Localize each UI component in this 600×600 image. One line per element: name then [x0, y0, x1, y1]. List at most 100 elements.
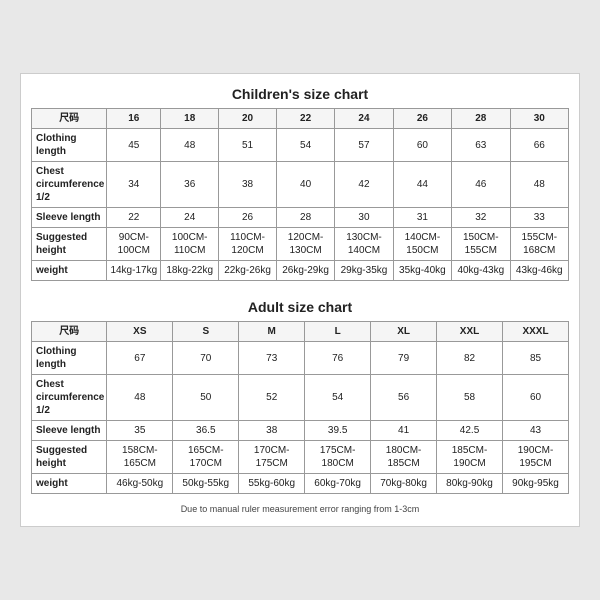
cell: 43 — [503, 421, 569, 441]
cell: 60kg-70kg — [305, 474, 371, 494]
cell: 36 — [161, 162, 219, 208]
cell: 54 — [276, 129, 334, 162]
adult-col-header: S — [173, 322, 239, 342]
children-col-header: 尺码 — [32, 109, 107, 129]
table-row: Sleeve length2224262830313233 — [32, 208, 569, 228]
cell: 110CM-120CM — [219, 228, 277, 261]
row-label: weight — [32, 261, 107, 281]
row-label: Sleeve length — [32, 421, 107, 441]
cell: 82 — [437, 342, 503, 375]
cell: 22 — [107, 208, 161, 228]
cell: 175CM-180CM — [305, 441, 371, 474]
row-label: Chest circumference 1/2 — [32, 375, 107, 421]
table-row: Suggested height90CM-100CM100CM-110CM110… — [32, 228, 569, 261]
cell: 90CM-100CM — [107, 228, 161, 261]
table-row: Chest circumference 1/23436384042444648 — [32, 162, 569, 208]
cell: 100CM-110CM — [161, 228, 219, 261]
children-title: Children's size chart — [31, 86, 569, 102]
cell: 180CM-185CM — [371, 441, 437, 474]
cell: 90kg-95kg — [503, 474, 569, 494]
cell: 14kg-17kg — [107, 261, 161, 281]
cell: 140CM-150CM — [393, 228, 451, 261]
cell: 185CM-190CM — [437, 441, 503, 474]
adult-col-header: L — [305, 322, 371, 342]
cell: 60 — [393, 129, 451, 162]
cell: 80kg-90kg — [437, 474, 503, 494]
cell: 36.5 — [173, 421, 239, 441]
cell: 18kg-22kg — [161, 261, 219, 281]
table-row: weight14kg-17kg18kg-22kg22kg-26kg26kg-29… — [32, 261, 569, 281]
cell: 190CM-195CM — [503, 441, 569, 474]
adult-title: Adult size chart — [31, 299, 569, 315]
cell: 35 — [107, 421, 173, 441]
cell: 24 — [161, 208, 219, 228]
cell: 57 — [335, 129, 393, 162]
cell: 70 — [173, 342, 239, 375]
cell: 39.5 — [305, 421, 371, 441]
cell: 76 — [305, 342, 371, 375]
cell: 32 — [452, 208, 510, 228]
cell: 56 — [371, 375, 437, 421]
cell: 120CM-130CM — [276, 228, 334, 261]
cell: 26 — [219, 208, 277, 228]
cell: 38 — [219, 162, 277, 208]
cell: 79 — [371, 342, 437, 375]
row-label: Clothing length — [32, 129, 107, 162]
cell: 42 — [335, 162, 393, 208]
cell: 73 — [239, 342, 305, 375]
row-label: Suggested height — [32, 228, 107, 261]
row-label: Chest circumference 1/2 — [32, 162, 107, 208]
cell: 40 — [276, 162, 334, 208]
children-table: 尺码1618202224262830 Clothing length454851… — [31, 108, 569, 281]
children-col-header: 20 — [219, 109, 277, 129]
children-col-header: 16 — [107, 109, 161, 129]
children-col-header: 24 — [335, 109, 393, 129]
cell: 165CM-170CM — [173, 441, 239, 474]
children-col-header: 22 — [276, 109, 334, 129]
cell: 155CM-168CM — [510, 228, 569, 261]
cell: 31 — [393, 208, 451, 228]
cell: 150CM-155CM — [452, 228, 510, 261]
cell: 43kg-46kg — [510, 261, 569, 281]
adult-col-header: XS — [107, 322, 173, 342]
children-col-header: 18 — [161, 109, 219, 129]
cell: 63 — [452, 129, 510, 162]
cell: 41 — [371, 421, 437, 441]
adult-col-header: XL — [371, 322, 437, 342]
cell: 55kg-60kg — [239, 474, 305, 494]
cell: 38 — [239, 421, 305, 441]
children-col-header: 28 — [452, 109, 510, 129]
cell: 22kg-26kg — [219, 261, 277, 281]
cell: 85 — [503, 342, 569, 375]
table-row: Sleeve length3536.53839.54142.543 — [32, 421, 569, 441]
row-label: Clothing length — [32, 342, 107, 375]
cell: 50kg-55kg — [173, 474, 239, 494]
table-row: weight46kg-50kg50kg-55kg55kg-60kg60kg-70… — [32, 474, 569, 494]
cell: 30 — [335, 208, 393, 228]
row-label: weight — [32, 474, 107, 494]
cell: 26kg-29kg — [276, 261, 334, 281]
cell: 33 — [510, 208, 569, 228]
adult-col-header: M — [239, 322, 305, 342]
cell: 45 — [107, 129, 161, 162]
chart-container: Children's size chart 尺码1618202224262830… — [20, 73, 580, 527]
cell: 70kg-80kg — [371, 474, 437, 494]
cell: 66 — [510, 129, 569, 162]
cell: 51 — [219, 129, 277, 162]
row-label: Suggested height — [32, 441, 107, 474]
cell: 46kg-50kg — [107, 474, 173, 494]
cell: 60 — [503, 375, 569, 421]
cell: 46 — [452, 162, 510, 208]
cell: 158CM-165CM — [107, 441, 173, 474]
table-row: Clothing length67707376798285 — [32, 342, 569, 375]
cell: 170CM-175CM — [239, 441, 305, 474]
adult-col-header: XXL — [437, 322, 503, 342]
cell: 130CM-140CM — [335, 228, 393, 261]
children-col-header: 26 — [393, 109, 451, 129]
cell: 67 — [107, 342, 173, 375]
table-row: Clothing length4548515457606366 — [32, 129, 569, 162]
cell: 29kg-35kg — [335, 261, 393, 281]
table-row: Chest circumference 1/248505254565860 — [32, 375, 569, 421]
cell: 34 — [107, 162, 161, 208]
cell: 52 — [239, 375, 305, 421]
